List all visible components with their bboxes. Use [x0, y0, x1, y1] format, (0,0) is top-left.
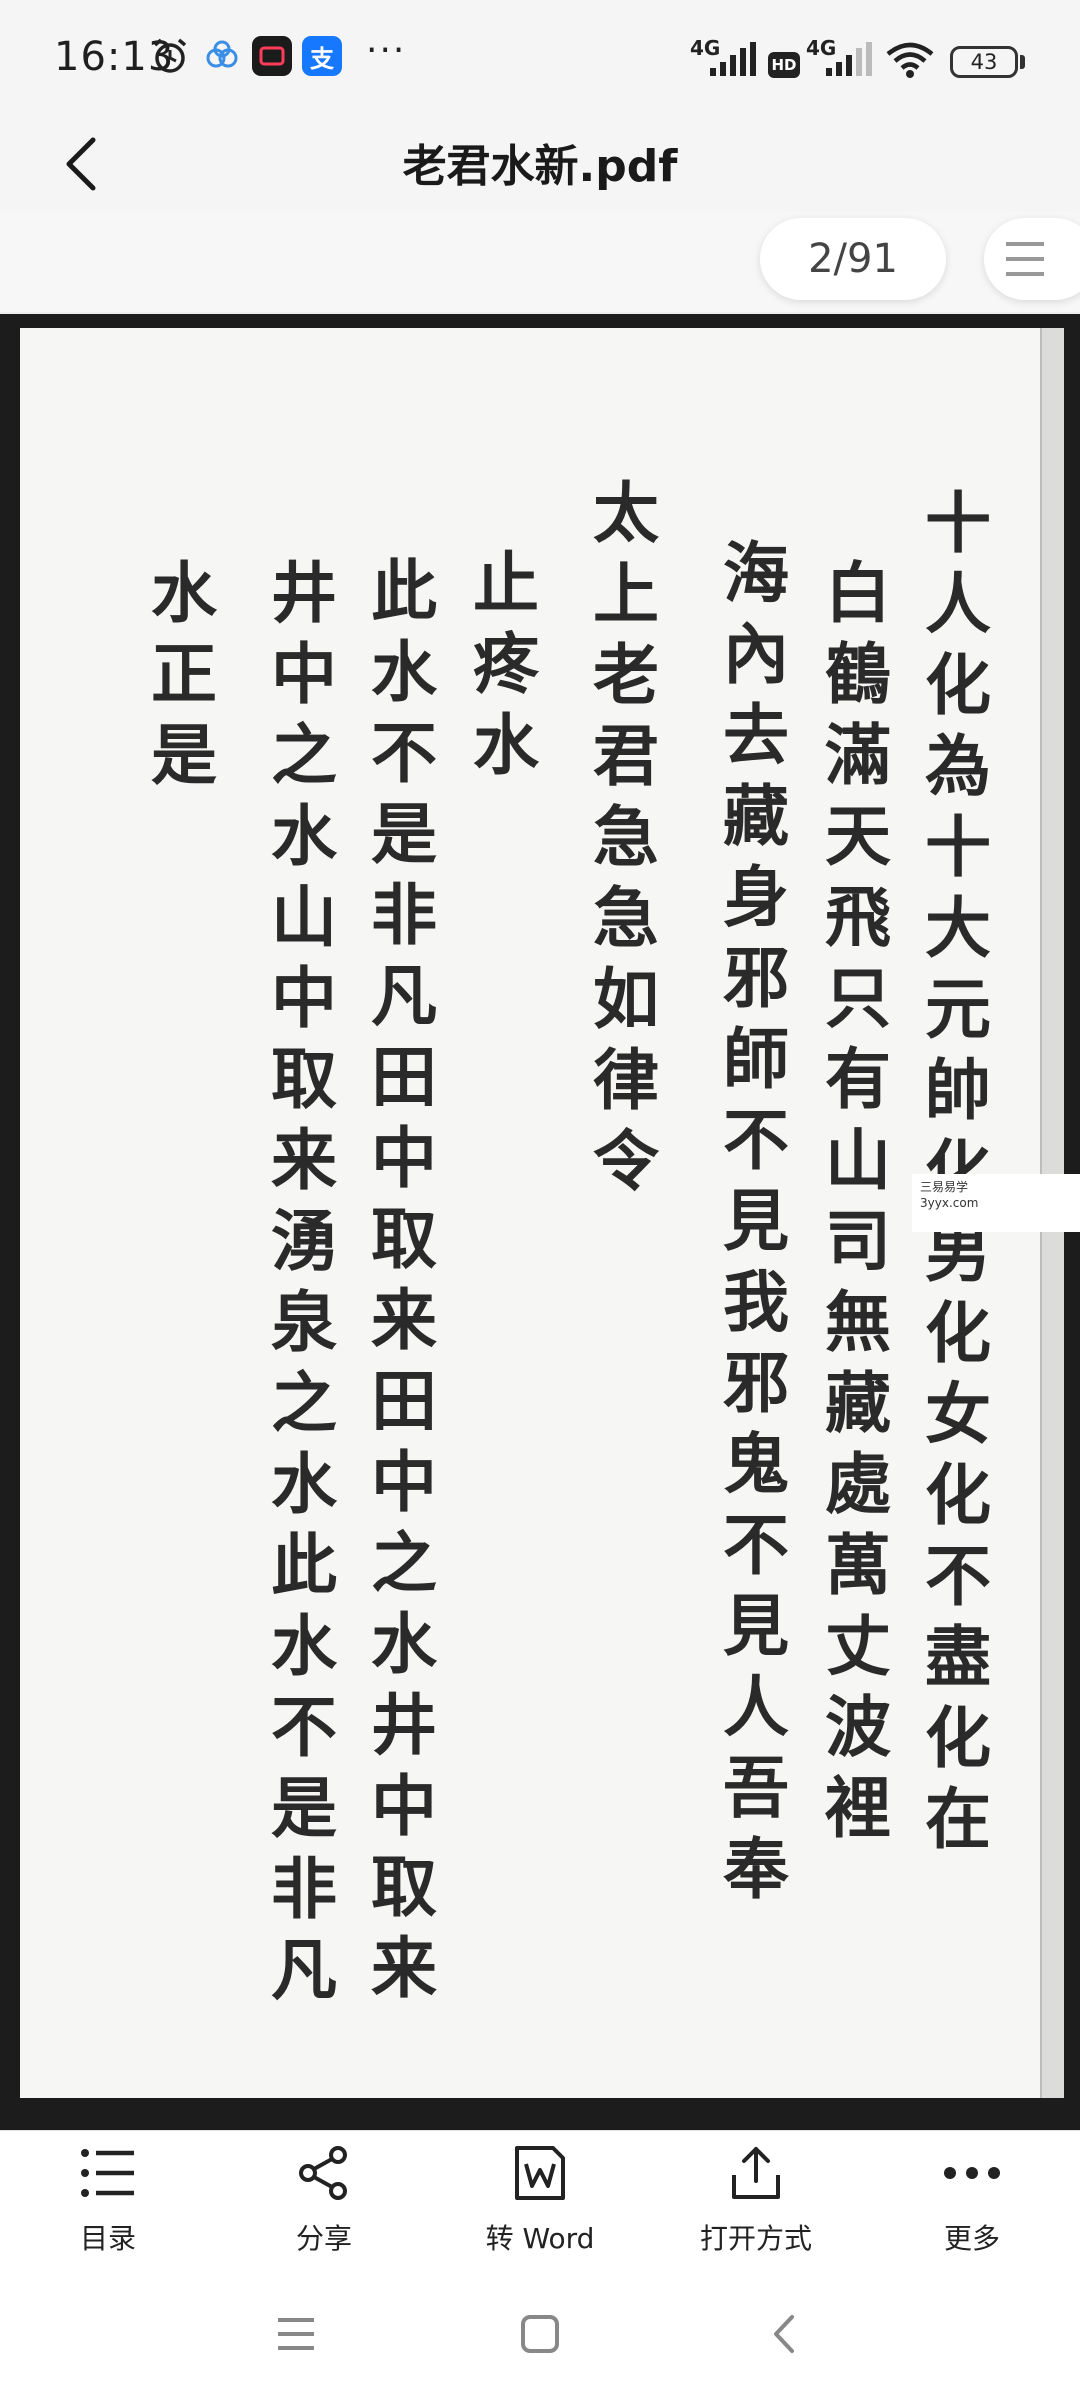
more-label: 更多: [943, 2222, 1000, 2255]
page-indicator[interactable]: 2/91: [760, 218, 946, 300]
text-column-4: 太上老君急急如律令: [582, 478, 660, 1207]
text-column-7: 井中之水山中取来湧泉之水此水不是非凡: [260, 558, 338, 2016]
share-icon: [292, 2141, 356, 2205]
bottom-toolbar: 目录 分享 转 Word 打开方式 更多: [0, 2130, 1080, 2271]
battery-level: 43: [970, 50, 998, 74]
battery-icon: 43: [950, 46, 1018, 78]
watermark: 三易易学 3yyx.com: [912, 1174, 1080, 1232]
share-label: 分享: [295, 2222, 352, 2255]
more-dots-icon: [940, 2141, 1004, 2205]
title-bar: 老君水新.pdf: [0, 120, 1080, 212]
share-button[interactable]: 分享: [254, 2141, 394, 2261]
convert-to-word-label: 转 Word: [485, 2222, 595, 2255]
status-bar: 16:13 支 ··· 4G HD 4G 43: [0, 0, 1080, 120]
wifi-icon: [884, 40, 936, 84]
upload-share-icon: [724, 2141, 788, 2205]
menu-lines-icon: [1004, 240, 1046, 282]
more-notifications-icon: ···: [366, 30, 407, 71]
convert-to-word-button[interactable]: 转 Word: [470, 2141, 610, 2261]
battery-tip: [1020, 55, 1025, 69]
open-with-label: 打开方式: [699, 2222, 812, 2255]
toc-button[interactable]: 目录: [38, 2141, 178, 2261]
recent-apps-button[interactable]: [266, 2306, 326, 2366]
nav-back-icon: [772, 2314, 796, 2358]
watermark-line2: 3yyx.com: [920, 1195, 979, 1210]
text-column-5: 止疼水: [462, 548, 540, 791]
document-title: 老君水新.pdf: [402, 141, 678, 192]
nav-back-button[interactable]: [754, 2306, 814, 2366]
outline-menu-button[interactable]: [984, 218, 1080, 300]
toc-label: 目录: [79, 2222, 136, 2255]
open-with-button[interactable]: 打开方式: [686, 2141, 826, 2261]
text-column-2: 白鶴滿天飛只有山司無藏處萬丈波裡: [814, 558, 892, 1854]
hd-voice-badge: HD: [768, 52, 800, 78]
home-square-icon: [520, 2314, 560, 2358]
text-column-3: 海內去藏身邪師不見我邪鬼不見人吾奉: [712, 538, 790, 1915]
home-button[interactable]: [510, 2306, 570, 2366]
word-document-icon: [508, 2141, 572, 2205]
watermark-line1: 三易易学: [920, 1180, 969, 1194]
signal-strength-icon: [708, 42, 758, 82]
menu-icon: [276, 2316, 316, 2356]
document-viewer[interactable]: 2/91 十人化為十大元帥化男化女化不盡化在 白鶴滿天飛只有山司無藏處萬丈波裡 …: [0, 212, 1080, 2130]
alipay-icon: 支: [302, 36, 342, 76]
text-column-8: 水正是: [140, 558, 218, 801]
cloud-app-icon: [202, 36, 242, 80]
scanned-page: 十人化為十大元帥化男化女化不盡化在 白鶴滿天飛只有山司無藏處萬丈波裡 海內去藏身…: [20, 328, 1060, 2098]
signal-strength-icon-2: [824, 42, 874, 82]
system-navigation-bar: [0, 2270, 1080, 2400]
video-app-icon: [252, 36, 292, 76]
alarm-clock-icon: [150, 36, 190, 80]
more-button[interactable]: 更多: [902, 2141, 1042, 2261]
list-icon: [76, 2141, 140, 2205]
text-column-6: 此水不是非凡田中取来田中之水井中取来: [360, 556, 438, 2014]
